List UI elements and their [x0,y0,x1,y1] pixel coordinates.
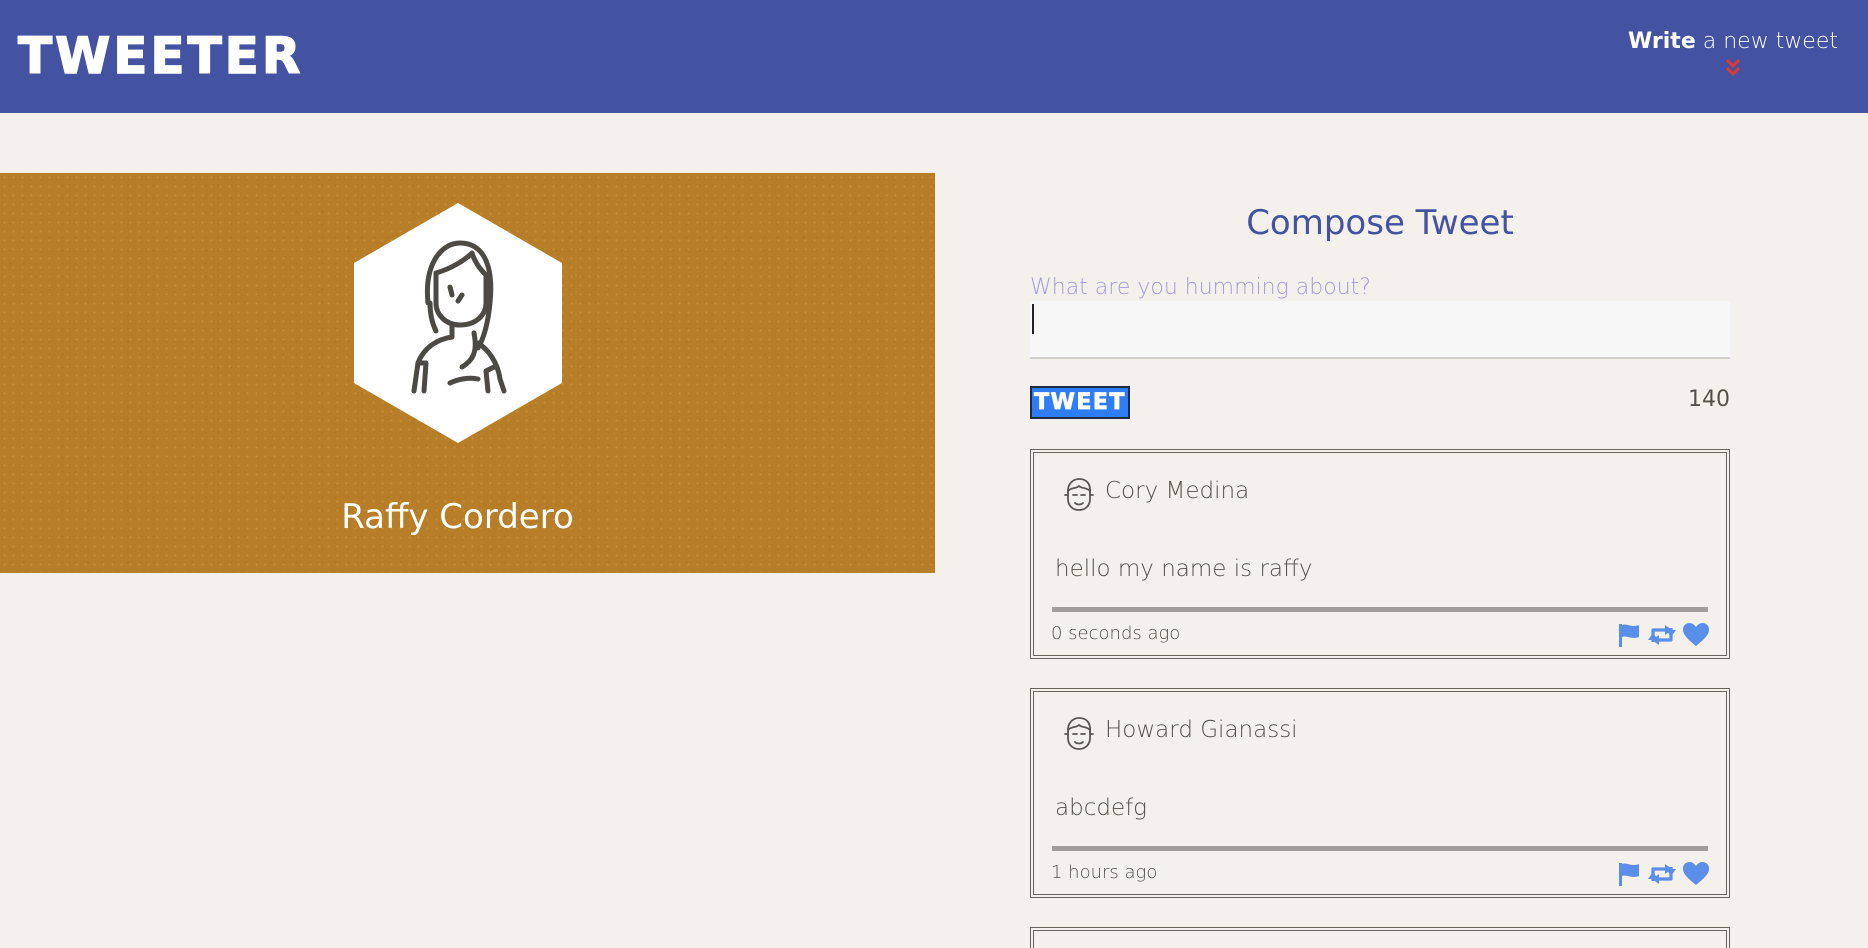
tweet-card: Cory Medina hello my name is raffy 0 sec… [1030,449,1730,659]
profile-name: Raffy Cordero [341,497,574,537]
flag-icon[interactable] [1616,622,1642,648]
write-new-tweet-label[interactable]: Write a new tweet [1628,27,1838,57]
write-new-tweet-toggle[interactable]: Write a new tweet [1628,27,1838,81]
character-counter: 140 [1688,387,1730,412]
heart-icon[interactable] [1682,622,1710,648]
tweet-divider [1052,846,1708,851]
double-chevron-down-icon[interactable] [1722,57,1744,81]
tweet-author[interactable]: Howard Gianassi [1105,714,1298,746]
tweet-timestamp: 0 seconds ago [1051,623,1181,644]
tweet-card: Howard Gianassi abcdefg 1 hours ago [1030,688,1730,898]
write-strong-text: Write [1628,29,1696,54]
compose-title: Compose Tweet [1246,203,1514,243]
write-rest-text: a new tweet [1695,29,1838,54]
tweet-actions [1616,621,1710,649]
tweet-submit-button[interactable]: TWEET [1030,386,1130,419]
heart-icon[interactable] [1682,861,1710,887]
compose-placeholder: What are you humming about? [1030,275,1371,300]
man-avatar-icon [1064,478,1094,511]
tweet-divider [1052,607,1708,612]
retweet-icon[interactable] [1647,622,1677,648]
profile-avatar [354,203,562,443]
man-avatar-icon [1064,717,1094,750]
tweet-textarea[interactable] [1030,301,1730,359]
tweet-text: abcdefg [1055,795,1147,821]
text-caret [1032,304,1034,334]
tweet-card [1030,927,1730,948]
flag-icon[interactable] [1616,861,1642,887]
profile-header: Raffy Cordero [0,173,935,573]
tweet-author[interactable]: Cory Medina [1105,475,1249,507]
top-nav: TWEETER Write a new tweet [0,0,1868,113]
app-logo[interactable]: TWEETER [17,26,303,86]
tweet-timestamp: 1 hours ago [1051,862,1158,883]
tweet-text: hello my name is raffy [1055,556,1313,582]
tweet-actions [1616,860,1710,888]
retweet-icon[interactable] [1647,861,1677,887]
